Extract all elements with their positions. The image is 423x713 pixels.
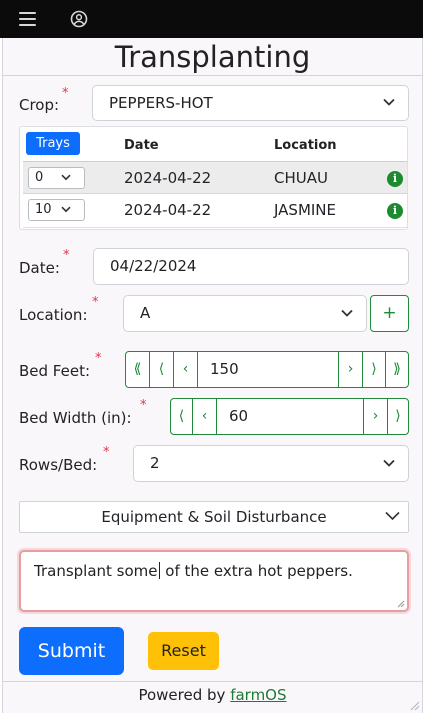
bed-feet-input[interactable]: 150	[210, 352, 239, 387]
location-select[interactable]: A	[123, 295, 367, 332]
location-required-mark: *	[92, 295, 99, 310]
comment-text-before-caret: Transplant some	[34, 562, 158, 580]
bed-feet-label: Bed Feet:	[19, 362, 91, 380]
page-title: Transplanting	[3, 38, 422, 76]
equipment-label: Equipment & Soil Disturbance	[101, 508, 327, 526]
date-label: Date:	[19, 259, 60, 277]
add-location-button[interactable]: +	[370, 295, 409, 332]
footer-prefix: Powered by	[138, 686, 231, 704]
crop-select-value: PEPPERS-HOT	[109, 94, 213, 112]
farmos-link[interactable]: farmOS	[230, 686, 286, 704]
trays-select[interactable]: 0	[28, 167, 85, 189]
bed-width-decrease-small-button[interactable]: ‹	[193, 399, 217, 434]
equipment-soil-disturbance-toggle[interactable]: Equipment & Soil Disturbance	[19, 501, 409, 533]
rows-bed-label: Rows/Bed:	[19, 456, 98, 474]
bed-feet-stepper: ⟪ ⟨ ‹ 150 › ⟩ ⟫	[125, 351, 409, 388]
trays-select-value: 0	[35, 170, 44, 185]
location-label: Location:	[19, 306, 88, 324]
bed-width-required-mark: *	[140, 398, 147, 413]
rows-bed-select[interactable]: 2	[133, 445, 409, 482]
row-location: JASMINE	[274, 201, 337, 219]
info-icon[interactable]: i	[387, 171, 403, 187]
top-navbar	[0, 0, 423, 38]
bed-feet-decrease-medium-button[interactable]: ⟨	[150, 352, 174, 387]
date-input-value: 04/22/2024	[110, 257, 197, 275]
date-input[interactable]: 04/22/2024	[93, 248, 409, 285]
date-required-mark: *	[63, 248, 70, 263]
crop-select[interactable]: PEPPERS-HOT	[92, 85, 409, 121]
rows-bed-select-value: 2	[150, 454, 160, 472]
chevron-down-icon	[61, 174, 71, 181]
trays-button[interactable]: Trays	[26, 132, 80, 155]
resize-handle-icon[interactable]	[397, 600, 405, 608]
table-row: 0 2024-04-22 CHUAU i	[23, 161, 407, 194]
bed-width-increase-small-button[interactable]: ›	[363, 399, 387, 434]
footer: Powered by farmOS	[3, 681, 422, 713]
transplanting-page: Transplanting Crop: * PEPPERS-HOT Trays …	[2, 38, 423, 713]
crop-required-mark: *	[62, 86, 69, 101]
text-caret	[158, 562, 160, 579]
trays-table: Trays Date Location 0 2024-04-22 CHUAU i…	[19, 126, 408, 230]
submit-button[interactable]: Submit	[19, 627, 124, 675]
bed-width-decrease-medium-button[interactable]: ⟨	[171, 399, 193, 434]
location-select-value: A	[140, 304, 151, 322]
trays-select[interactable]: 10	[28, 199, 85, 221]
info-icon[interactable]: i	[387, 203, 403, 219]
row-location: CHUAU	[274, 169, 328, 187]
chevron-down-icon	[341, 309, 353, 317]
location-column-header: Location	[274, 138, 337, 153]
trays-select-value: 10	[35, 202, 52, 217]
bed-feet-required-mark: *	[95, 351, 102, 366]
reset-button[interactable]: Reset	[148, 632, 219, 670]
bed-width-increase-medium-button[interactable]: ⟩	[387, 399, 408, 434]
table-row: 10 2024-04-22 JASMINE i	[23, 195, 407, 228]
rows-bed-required-mark: *	[103, 445, 110, 460]
user-circle-icon[interactable]	[70, 10, 88, 28]
bed-feet-increase-medium-button[interactable]: ⟩	[362, 352, 385, 387]
bed-width-input[interactable]: 60	[229, 399, 248, 434]
bed-feet-increase-large-button[interactable]: ⟫	[385, 352, 408, 387]
chevron-down-icon	[383, 98, 395, 106]
comment-textarea[interactable]: Transplant some of the extra hot peppers…	[19, 550, 409, 612]
hamburger-icon[interactable]	[19, 12, 36, 26]
date-column-header: Date	[124, 138, 159, 153]
bed-width-stepper: ⟨ ‹ 60 › ⟩	[170, 398, 409, 435]
chevron-down-icon	[385, 511, 400, 521]
bed-feet-decrease-large-button[interactable]: ⟪	[126, 352, 150, 387]
row-date: 2024-04-22	[124, 169, 212, 187]
chevron-down-icon	[61, 206, 71, 213]
comment-text-after-caret: of the extra hot peppers.	[160, 562, 353, 580]
bed-feet-increase-small-button[interactable]: ›	[338, 352, 362, 387]
resize-grip-icon	[410, 701, 420, 711]
chevron-down-icon	[383, 459, 395, 467]
row-date: 2024-04-22	[124, 201, 212, 219]
bed-width-label: Bed Width (in):	[19, 409, 132, 427]
crop-label: Crop:	[19, 96, 60, 114]
bed-feet-decrease-small-button[interactable]: ‹	[174, 352, 198, 387]
